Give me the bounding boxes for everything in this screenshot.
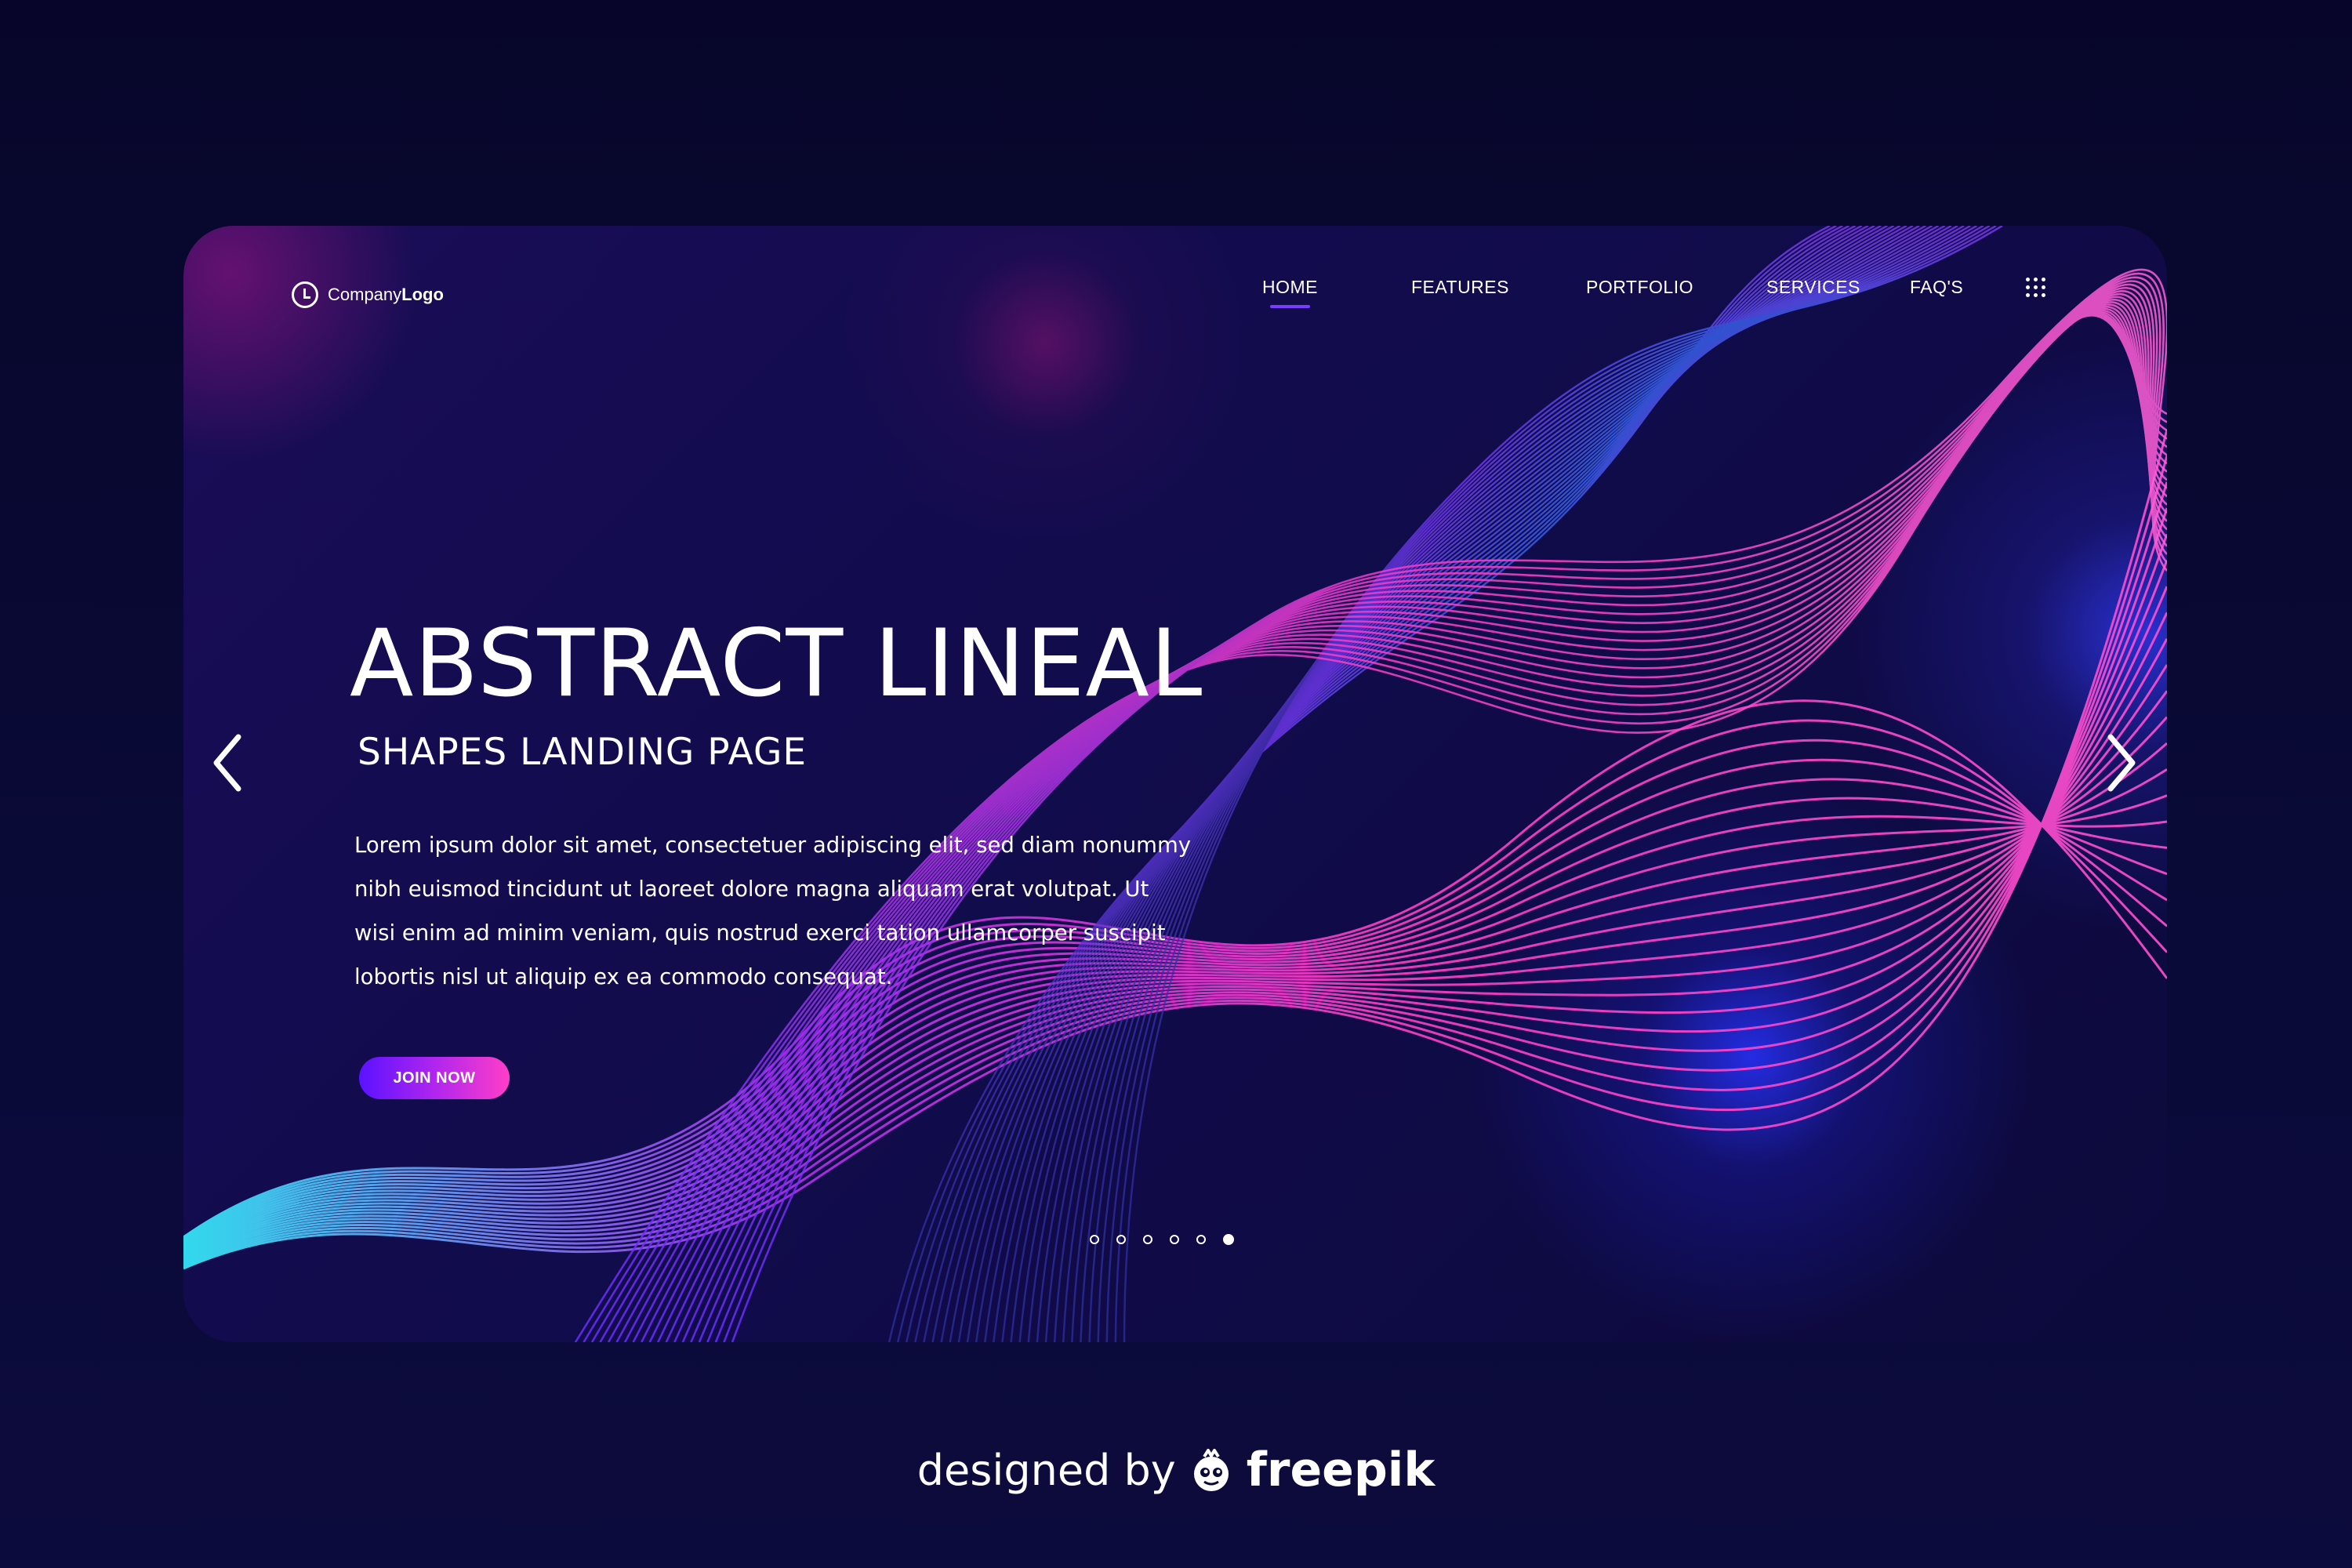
nav-item-portfolio[interactable]: PORTFOLIO <box>1586 277 1693 298</box>
pagination-dot[interactable] <box>1170 1235 1179 1244</box>
logo-text: CompanyLogo <box>328 285 444 304</box>
pagination-dot[interactable] <box>1090 1235 1099 1244</box>
pagination-dot-active[interactable] <box>1223 1234 1234 1245</box>
pagination-dot[interactable] <box>1143 1235 1152 1244</box>
pagination-dot[interactable] <box>1116 1235 1126 1244</box>
nav-item-features[interactable]: FEATURES <box>1411 277 1509 298</box>
company-logo[interactable]: CompanyLogo <box>292 278 444 312</box>
hero-title: ABSTRACT LINEAL <box>350 610 1203 718</box>
chevron-left-icon <box>213 734 241 792</box>
pagination-dot[interactable] <box>1196 1235 1206 1244</box>
logo-clock-icon <box>292 281 318 308</box>
nav-item-home[interactable]: HOME <box>1262 277 1318 308</box>
credit-brand: freepik <box>1246 1443 1436 1497</box>
abstract-wave-lines <box>183 226 2167 1342</box>
hero-description-line: lobortis nisl ut aliquip ex ea commodo c… <box>354 964 893 989</box>
nav-item-faqs[interactable]: FAQ'S <box>1910 277 1963 298</box>
join-now-button[interactable]: JOIN NOW <box>359 1057 510 1099</box>
hero-subtitle: SHAPES LANDING PAGE <box>358 731 808 774</box>
chevron-right-icon <box>2107 734 2136 792</box>
slider-pagination <box>1090 1232 1234 1247</box>
grid-dots-icon[interactable] <box>2026 278 2046 298</box>
credit-prefix: designed by <box>916 1445 1176 1495</box>
next-slide-button[interactable] <box>2098 728 2145 798</box>
hero-description-line: nibh euismod tincidunt ut laoreet dolore… <box>354 877 1149 902</box>
prev-slide-button[interactable] <box>204 728 251 798</box>
hero-description-line: wisi enim ad minim veniam, quis nostrud … <box>354 920 1166 946</box>
freepik-mascot-icon <box>1193 1449 1229 1491</box>
hero-description: Lorem ipsum dolor sit amet, consectetuer… <box>354 823 1240 999</box>
nav-item-services[interactable]: SERVICES <box>1766 277 1860 298</box>
designer-credit: designed by freepik <box>0 1443 2352 1497</box>
landing-page-card: CompanyLogo HOME FEATURES PORTFOLIO SERV… <box>183 226 2167 1342</box>
hero-description-line: Lorem ipsum dolor sit amet, consectetuer… <box>354 833 1192 858</box>
